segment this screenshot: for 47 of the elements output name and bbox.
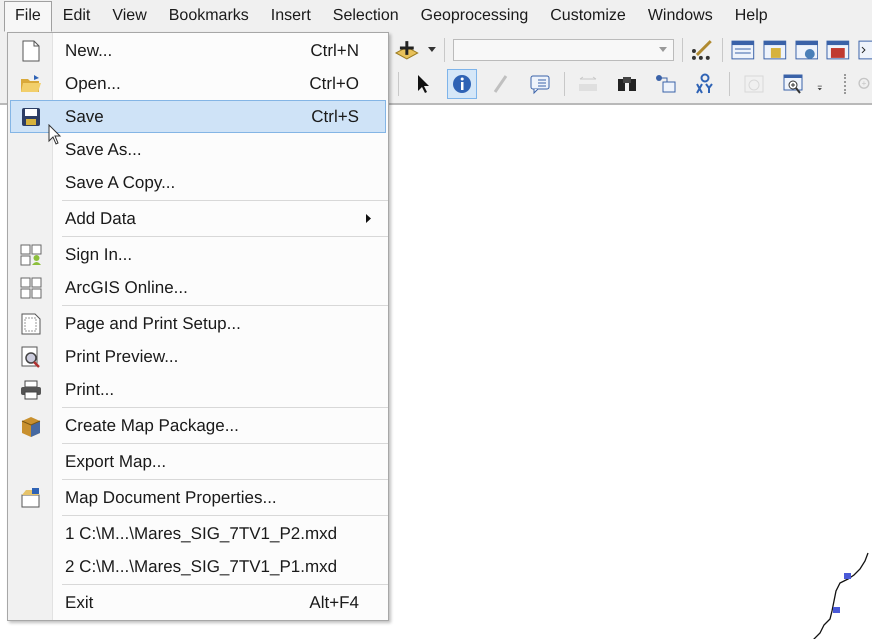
menu-item[interactable]: Save As... — [10, 133, 386, 166]
menu-bar-item[interactable]: Insert — [260, 1, 322, 32]
grid-user-icon — [20, 244, 42, 266]
menu-item[interactable]: 2 C:\M...\Mares_SIG_7TV1_P1.mxd — [10, 550, 386, 583]
toolbox-window-icon[interactable] — [826, 39, 850, 61]
mouse-cursor-icon — [48, 124, 62, 146]
menu-bar-item[interactable]: Selection — [322, 1, 410, 32]
menu-item[interactable]: Save Ctrl+S — [10, 100, 386, 133]
menu-bar-item[interactable]: Help — [724, 1, 779, 32]
document-properties-icon — [20, 486, 42, 508]
menu-item[interactable]: Create Map Package... — [10, 409, 386, 442]
search-window-icon[interactable] — [794, 39, 818, 61]
printer-icon — [20, 380, 42, 400]
toolbar-gripper[interactable] — [844, 74, 848, 94]
package-icon — [20, 414, 42, 436]
dropdown-arrow-icon[interactable] — [428, 47, 436, 53]
menu-item[interactable]: Exit Alt+F4 — [10, 586, 386, 619]
info-icon[interactable] — [446, 69, 477, 99]
menu-item[interactable]: Page and Print Setup... — [10, 307, 386, 340]
menu-item[interactable]: Export Map... — [10, 445, 386, 478]
folder-icon — [20, 74, 42, 94]
menu-item[interactable]: Save A Copy... — [10, 166, 386, 199]
catalog-window-icon[interactable] — [763, 39, 787, 61]
grid-icon — [20, 276, 42, 298]
menu-item[interactable]: Add Data — [10, 202, 386, 235]
menu-item[interactable]: Print Preview... — [10, 340, 386, 373]
new-document-icon — [22, 40, 40, 62]
menu-item[interactable]: New... Ctrl+N — [10, 34, 386, 67]
menu-bar-item[interactable]: Geoprocessing — [410, 1, 540, 32]
menu-bar-item[interactable]: Bookmarks — [158, 1, 260, 32]
menu-bar-item[interactable]: View — [101, 1, 158, 32]
table-window-icon[interactable] — [731, 39, 756, 61]
editor-pencil-icon[interactable] — [690, 39, 714, 61]
add-data-icon[interactable] — [394, 39, 420, 61]
menu-item[interactable]: ArcGIS Online... — [10, 271, 386, 304]
menu-bar-item[interactable]: Edit — [52, 1, 102, 32]
python-window-icon[interactable] — [858, 39, 872, 61]
menu-item[interactable]: Print... — [10, 373, 386, 406]
menu-item[interactable]: Map Document Properties... — [10, 481, 386, 514]
page-setup-icon — [21, 312, 41, 334]
menu-bar-item[interactable]: Customize — [539, 1, 637, 32]
menu-bar-item[interactable]: Windows — [636, 1, 724, 32]
menu-bar-item[interactable]: File — [4, 1, 52, 32]
print-preview-icon — [21, 346, 41, 368]
menu-item[interactable]: 1 C:\M...\Mares_SIG_7TV1_P2.mxd — [10, 517, 386, 550]
menu-item[interactable]: Sign In... — [10, 238, 386, 271]
menu-item[interactable]: Open... Ctrl+O — [10, 67, 386, 100]
